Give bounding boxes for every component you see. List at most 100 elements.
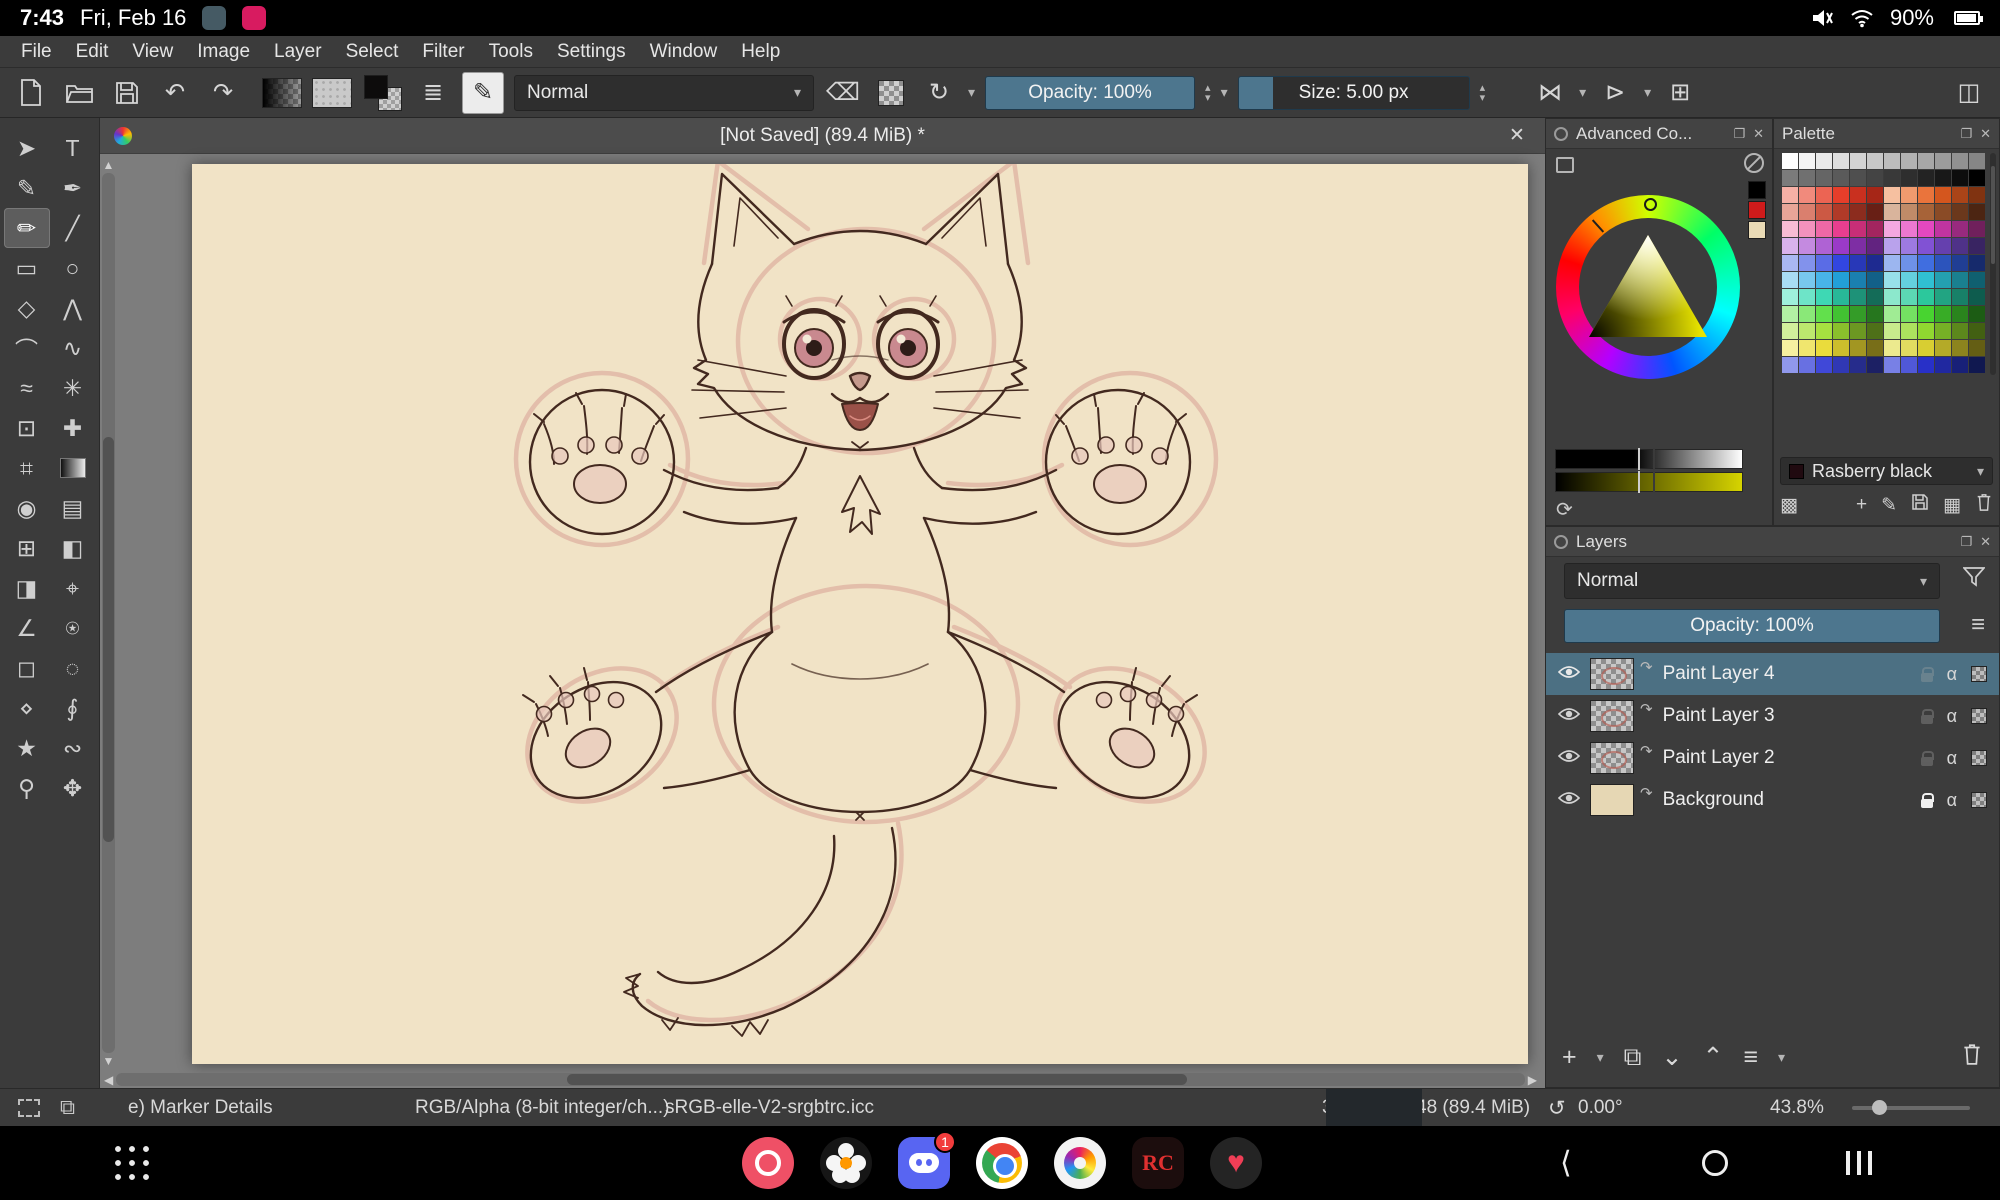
- palette-swatch[interactable]: [1782, 221, 1798, 237]
- penup-app-icon[interactable]: [1054, 1137, 1106, 1189]
- layer-opacity-slider[interactable]: Opacity: 100%: [1564, 609, 1940, 643]
- layer-row[interactable]: ↷ Paint Layer 3 α: [1546, 695, 1999, 737]
- palette-color-name-dropdown[interactable]: Rasberry black ▾: [1780, 457, 1993, 485]
- palette-swatch[interactable]: [1884, 255, 1900, 271]
- advanced-color-header[interactable]: Advanced Co... ❐ ✕: [1546, 119, 1772, 149]
- menu-edit[interactable]: Edit: [65, 38, 120, 66]
- gradient-chooser[interactable]: [262, 78, 302, 108]
- menu-view[interactable]: View: [121, 38, 184, 66]
- canvas-mode-icon[interactable]: ⧉: [60, 1089, 75, 1127]
- palette-swatch[interactable]: [1782, 323, 1798, 339]
- multibrush-tool[interactable]: ✳: [50, 368, 96, 408]
- palette-swatch[interactable]: [1782, 170, 1798, 186]
- palette-swatch[interactable]: [1901, 272, 1917, 288]
- palette-swatch[interactable]: [1782, 306, 1798, 322]
- close-panel-icon[interactable]: ✕: [1980, 126, 1991, 142]
- palette-swatch[interactable]: [1918, 323, 1934, 339]
- color-sampler-tool[interactable]: ◉: [4, 488, 50, 528]
- app-drawer-icon[interactable]: [112, 1143, 152, 1183]
- workspace-chooser-button[interactable]: ◫: [1950, 73, 1988, 113]
- reset-rotation-icon[interactable]: ↺: [1548, 1089, 1566, 1127]
- close-panel-icon[interactable]: ✕: [1753, 126, 1764, 142]
- palette-swatch[interactable]: [1952, 187, 1968, 203]
- opacity-spinner[interactable]: ▴▾: [1205, 83, 1211, 103]
- colorset-icon[interactable]: ▩: [1780, 494, 1798, 517]
- preserve-alpha-button[interactable]: [872, 73, 910, 113]
- lock-icon[interactable]: [1921, 673, 1933, 682]
- palette-swatch[interactable]: [1952, 323, 1968, 339]
- size-spinner[interactable]: ▴▾: [1480, 83, 1486, 103]
- undo-button[interactable]: ↶: [156, 73, 194, 113]
- palette-swatch[interactable]: [1935, 238, 1951, 254]
- layer-row[interactable]: ↷ Paint Layer 2 α: [1546, 737, 1999, 779]
- palette-swatch[interactable]: [1799, 238, 1815, 254]
- palette-swatch[interactable]: [1833, 357, 1849, 373]
- palette-swatch[interactable]: [1969, 289, 1985, 305]
- palette-swatch[interactable]: [1969, 323, 1985, 339]
- palette-swatch[interactable]: [1969, 187, 1985, 203]
- inherit-alpha-icon[interactable]: [1971, 750, 1987, 766]
- palette-swatch[interactable]: [1850, 170, 1866, 186]
- palette-swatch[interactable]: [1901, 357, 1917, 373]
- palette-swatch[interactable]: [1867, 153, 1883, 169]
- calligraphy-tool[interactable]: ✒: [50, 168, 96, 208]
- palette-swatch[interactable]: [1918, 238, 1934, 254]
- palette-swatch[interactable]: [1952, 357, 1968, 373]
- palette-swatch[interactable]: [1799, 221, 1815, 237]
- palette-swatch[interactable]: [1969, 221, 1985, 237]
- palette-swatch[interactable]: [1833, 289, 1849, 305]
- camera-app-icon[interactable]: [742, 1137, 794, 1189]
- palette-swatch[interactable]: [1867, 340, 1883, 356]
- recent-color-swatch[interactable]: [1748, 221, 1766, 239]
- palette-swatch[interactable]: [1799, 357, 1815, 373]
- lock-icon[interactable]: [1921, 757, 1933, 766]
- palette-swatch[interactable]: [1901, 306, 1917, 322]
- save-button[interactable]: [108, 73, 146, 113]
- hue-shade-gradient-slider[interactable]: [1555, 472, 1743, 492]
- menu-filter[interactable]: Filter: [411, 38, 475, 66]
- palette-swatch[interactable]: [1918, 170, 1934, 186]
- pattern-tool[interactable]: ▤: [50, 488, 96, 528]
- palette-swatch[interactable]: [1884, 323, 1900, 339]
- palette-swatch[interactable]: [1969, 238, 1985, 254]
- selector-settings-icon[interactable]: [1556, 157, 1574, 173]
- menu-image[interactable]: Image: [186, 38, 261, 66]
- palette-swatch[interactable]: [1935, 272, 1951, 288]
- document-titlebar[interactable]: [Not Saved] (89.4 MiB) * ✕: [100, 118, 1545, 154]
- menu-layer[interactable]: Layer: [263, 38, 333, 66]
- layer-options-icon[interactable]: ≡: [1971, 611, 1985, 639]
- palette-swatch[interactable]: [1952, 289, 1968, 305]
- alpha-lock-icon[interactable]: α: [1947, 664, 1957, 685]
- palette-swatch[interactable]: [1816, 204, 1832, 220]
- palette-swatch[interactable]: [1935, 357, 1951, 373]
- palette-swatch[interactable]: [1969, 255, 1985, 271]
- palette-swatch[interactable]: [1850, 187, 1866, 203]
- save-palette-button[interactable]: [1911, 493, 1929, 517]
- palette-swatch[interactable]: [1969, 204, 1985, 220]
- drawing-canvas[interactable]: [192, 164, 1528, 1064]
- canvas-vertical-scrollbar[interactable]: ▲ ▼: [102, 160, 115, 1066]
- palette-swatch[interactable]: [1884, 272, 1900, 288]
- color-wheel[interactable]: [1556, 195, 1740, 379]
- palette-swatch[interactable]: [1935, 255, 1951, 271]
- palette-swatch[interactable]: [1935, 153, 1951, 169]
- palette-swatch[interactable]: [1969, 272, 1985, 288]
- select-shapes-tool[interactable]: ➤: [4, 128, 50, 168]
- palette-swatch[interactable]: [1799, 153, 1815, 169]
- lock-icon[interactable]: [1921, 799, 1933, 808]
- back-button[interactable]: ⟨: [1560, 1146, 1572, 1181]
- chevron-down-icon[interactable]: ▾: [1644, 84, 1651, 101]
- palette-swatch[interactable]: [1867, 255, 1883, 271]
- palette-swatch[interactable]: [1833, 170, 1849, 186]
- palette-swatch[interactable]: [1799, 323, 1815, 339]
- inherit-alpha-icon[interactable]: [1971, 666, 1987, 682]
- palette-swatch[interactable]: [1799, 289, 1815, 305]
- chevron-down-icon[interactable]: ▾: [968, 84, 975, 101]
- alpha-lock-icon[interactable]: α: [1947, 748, 1957, 769]
- float-panel-icon[interactable]: ❐: [1960, 534, 1972, 550]
- palette-swatch[interactable]: [1918, 204, 1934, 220]
- palette-swatch[interactable]: [1935, 289, 1951, 305]
- pattern-chooser[interactable]: [312, 78, 352, 108]
- palette-swatch[interactable]: [1901, 153, 1917, 169]
- home-button[interactable]: [1702, 1150, 1728, 1176]
